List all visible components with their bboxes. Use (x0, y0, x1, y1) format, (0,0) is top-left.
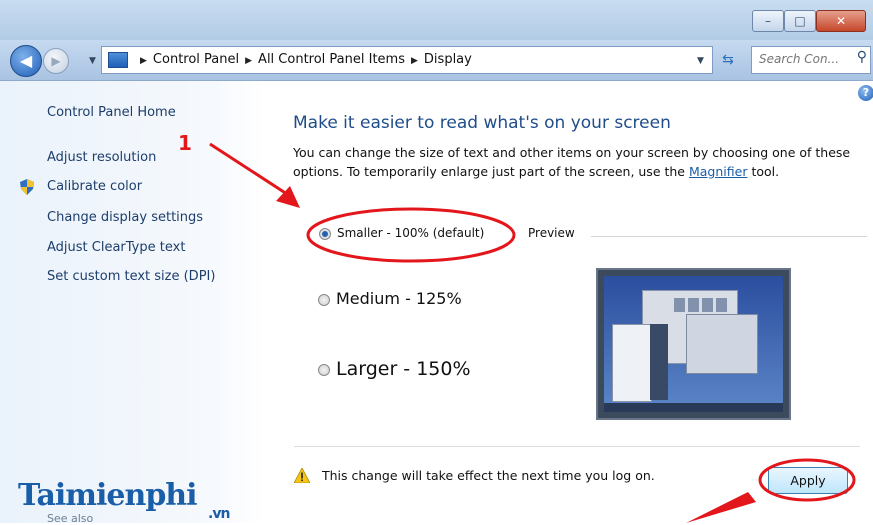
sidebar-item-change-display-settings[interactable]: Change display settings (47, 210, 203, 225)
sidebar-item-adjust-cleartype[interactable]: Adjust ClearType text (47, 240, 185, 255)
breadcrumb-control-panel[interactable]: Control Panel (153, 52, 239, 67)
preview-label: Preview (528, 226, 575, 240)
close-button[interactable]: ✕ (816, 10, 866, 32)
title-bar: – □ ✕ (0, 0, 873, 40)
preview-divider (591, 236, 867, 237)
maximize-button[interactable]: □ (784, 10, 816, 32)
magnifier-link[interactable]: Magnifier (689, 164, 747, 179)
preview-image (596, 268, 791, 420)
breadcrumb-separator-icon[interactable]: ▶ (140, 48, 147, 74)
option-smaller[interactable]: Smaller - 100% (default) (319, 226, 484, 240)
breadcrumb-display[interactable]: Display (424, 52, 472, 67)
preview-tiles (674, 298, 730, 312)
footer-divider (294, 446, 860, 447)
preview-taskbar (604, 403, 783, 412)
option-smaller-radio[interactable] (319, 227, 331, 240)
watermark-logo: Taimienphi .vn (18, 478, 230, 522)
sidebar-item-control-panel-home[interactable]: Control Panel Home (47, 105, 176, 120)
annotation-arrow-head (276, 186, 300, 208)
option-medium-label: Medium - 125% (336, 289, 462, 308)
search-icon[interactable]: ⚲ (857, 49, 867, 65)
search-input[interactable] (752, 47, 851, 71)
option-medium[interactable]: Medium - 125% (318, 289, 462, 308)
preview-start-menu-right (650, 324, 668, 400)
recent-pages-dropdown-icon[interactable]: ▼ (89, 56, 96, 66)
option-smaller-label: Smaller - 100% (default) (337, 226, 485, 240)
preview-start-menu (612, 324, 652, 402)
sidebar-item-custom-text-size[interactable]: Set custom text size (DPI) (47, 269, 215, 284)
annotation-step-number: 1 (178, 131, 192, 155)
logoff-notice: This change will take effect the next ti… (322, 468, 655, 483)
address-bar[interactable]: ▶ Control Panel ▶ All Control Panel Items ▶ D… (101, 46, 713, 74)
search-box[interactable]: ⚲ (751, 46, 871, 74)
help-icon[interactable]: ? (858, 85, 873, 101)
option-larger[interactable]: Larger - 150% (318, 358, 471, 380)
forward-button[interactable]: ▶ (43, 48, 69, 74)
uac-shield-icon (20, 179, 34, 195)
minimize-icon: – (765, 14, 771, 28)
sidebar-item-calibrate-color[interactable]: Calibrate color (47, 179, 142, 194)
close-icon: ✕ (835, 14, 847, 28)
preview-window-front (686, 314, 758, 374)
refresh-icon: ⇆ (722, 52, 734, 68)
annotation-arrow-apply (686, 492, 756, 523)
preview-screen (604, 276, 783, 412)
breadcrumb: ▶ Control Panel ▶ All Control Panel Items ▶ D… (134, 47, 472, 73)
control-panel-icon (108, 52, 128, 68)
address-dropdown-icon[interactable]: ▼ (697, 56, 704, 66)
apply-button[interactable]: Apply (768, 467, 848, 494)
page-title: Make it easier to read what's on your sc… (293, 113, 671, 133)
warning-icon (294, 468, 310, 483)
maximize-icon: □ (794, 14, 806, 28)
page-description: You can change the size of text and othe… (293, 143, 858, 181)
breadcrumb-separator-icon[interactable]: ▶ (411, 48, 418, 74)
navigation-bar: ◀ ▶ ▼ ▶ Control Panel ▶ All Control Panel I… (0, 40, 873, 81)
back-arrow-icon: ◀ (19, 51, 33, 70)
option-larger-radio[interactable] (318, 363, 330, 376)
refresh-button[interactable]: ⇆ (716, 48, 740, 72)
sidebar-item-adjust-resolution[interactable]: Adjust resolution (47, 150, 156, 165)
sidebar: Control Panel Home Adjust resolution Cal… (0, 81, 265, 523)
logo-suffix: .vn (208, 506, 230, 522)
logo-text: Taimienphi (18, 478, 198, 513)
option-larger-label: Larger - 150% (336, 358, 471, 380)
minimize-button[interactable]: – (752, 10, 784, 32)
back-button[interactable]: ◀ (10, 45, 42, 77)
option-medium-radio[interactable] (318, 293, 330, 306)
description-text-end: tool. (747, 164, 780, 179)
breadcrumb-separator-icon[interactable]: ▶ (245, 48, 252, 74)
forward-arrow-icon: ▶ (51, 54, 61, 68)
breadcrumb-all-items[interactable]: All Control Panel Items (258, 52, 405, 67)
see-also-label: See also (47, 512, 94, 525)
